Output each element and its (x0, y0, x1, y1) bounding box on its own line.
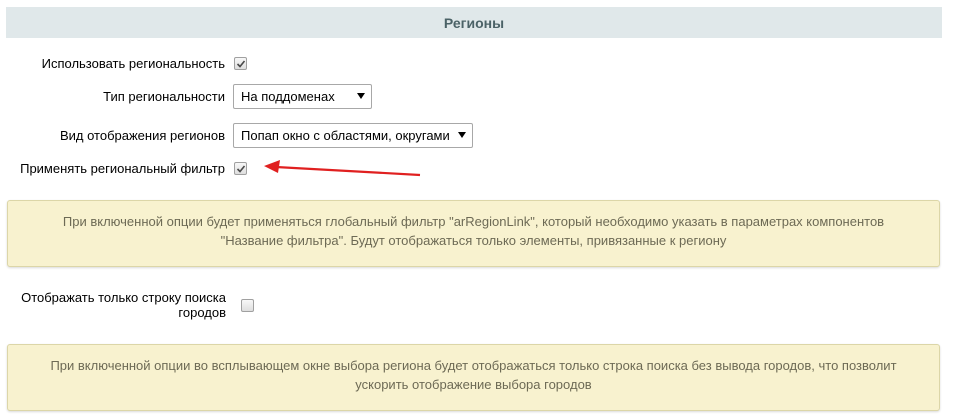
annotation-arrow-icon (264, 160, 421, 177)
regionality-type-row: Тип региональности На поддоменах (0, 84, 372, 109)
section-title: Регионы (443, 14, 505, 31)
search-only-label-line-1: Отображать только строку поиска (21, 290, 226, 305)
dropdown-arrow-icon (357, 93, 365, 99)
use-regionality-label: Использовать региональность (41, 56, 225, 71)
search-only-label-line-2: городов (178, 305, 226, 320)
apply-filter-checkbox[interactable] (234, 162, 247, 175)
use-regionality-checkbox[interactable] (234, 57, 247, 70)
search-note-line-1: При включенной опции во всплывающем окне… (50, 358, 897, 373)
dropdown-arrow-icon (458, 132, 466, 138)
filter-info-note: При включенной опции будет применяться г… (7, 200, 940, 267)
apply-filter-row: Применять региональный фильтр (0, 161, 247, 176)
regionality-type-label: Тип региональности (103, 89, 225, 104)
apply-filter-label: Применять региональный фильтр (20, 161, 225, 176)
search-only-checkbox[interactable] (241, 298, 254, 312)
filter-note-line-2: "Название фильтра". Будут отображаться т… (220, 233, 727, 248)
search-info-note: При включенной опции во всплывающем окне… (7, 344, 940, 411)
checkmark-icon (236, 165, 246, 173)
regions-display-label: Вид отображения регионов (59, 128, 225, 143)
regions-display-row: Вид отображения регионов Попап окно с об… (0, 123, 473, 148)
filter-note-line-1: При включенной опции будет применяться г… (62, 214, 885, 229)
regions-display-value: Попап окно с областями, округами (241, 128, 450, 143)
checkmark-icon (236, 60, 246, 68)
regions-display-select[interactable]: Попап окно с областями, округами (233, 123, 473, 148)
search-only-row: Отображать только строку поиска городов (0, 290, 254, 320)
section-header: Регионы (6, 7, 942, 38)
search-only-label: Отображать только строку поиска городов (0, 290, 234, 320)
use-regionality-row: Использовать региональность (0, 56, 247, 71)
settings-page: Регионы Использовать региональность Тип … (0, 0, 954, 418)
regionality-type-value: На поддоменах (241, 89, 335, 104)
search-note-line-2: ускорить отображение выбора городов (355, 377, 592, 392)
regionality-type-select[interactable]: На поддоменах (233, 84, 372, 109)
